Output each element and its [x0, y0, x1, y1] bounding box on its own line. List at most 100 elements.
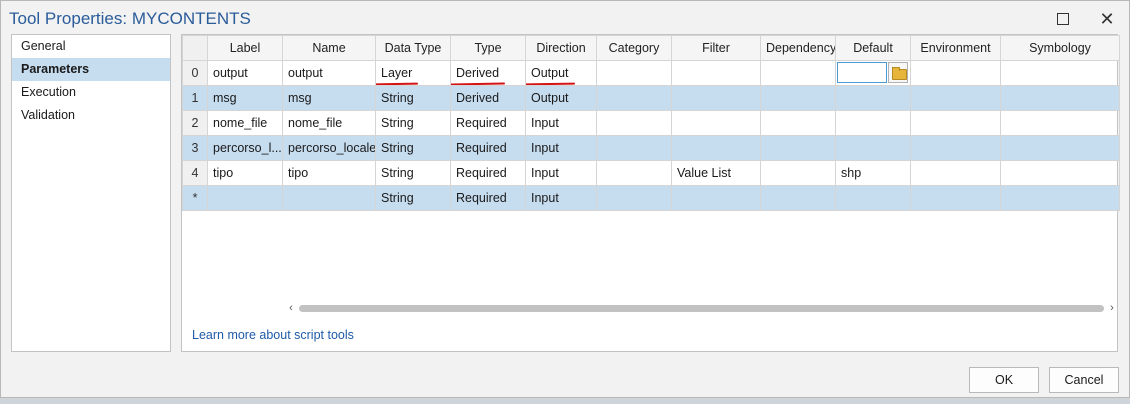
row-number[interactable]: 2	[182, 110, 208, 136]
cell-label[interactable]: nome_file	[207, 110, 283, 136]
cell-data-type[interactable]: String	[375, 185, 451, 211]
cell-name[interactable]: msg	[282, 85, 376, 111]
column-header-category[interactable]: Category	[596, 35, 672, 61]
cell-symbology[interactable]	[1000, 135, 1120, 161]
cell-type[interactable]: Required	[450, 135, 526, 161]
cell-name[interactable]	[282, 185, 376, 211]
table-row[interactable]: 4 tipo tipo String Required Input Value …	[182, 160, 1120, 186]
table-row[interactable]: 0 output output Layer Derived Output	[182, 60, 1120, 86]
cell-data-type[interactable]: Layer	[375, 60, 451, 86]
cell-environment[interactable]	[910, 160, 1001, 186]
cell-label[interactable]: output	[207, 60, 283, 86]
cell-direction[interactable]: Input	[525, 135, 597, 161]
cell-dependency[interactable]	[760, 160, 836, 186]
column-header-dependency[interactable]: Dependency	[760, 35, 836, 61]
cell-filter[interactable]	[671, 60, 761, 86]
column-header-type[interactable]: Type	[450, 35, 526, 61]
cell-category[interactable]	[596, 160, 672, 186]
cell-symbology[interactable]	[1000, 185, 1120, 211]
cell-name[interactable]: tipo	[282, 160, 376, 186]
cell-type[interactable]: Derived	[450, 85, 526, 111]
cell-default[interactable]: shp	[835, 160, 911, 186]
cell-direction[interactable]: Input	[525, 185, 597, 211]
cell-filter[interactable]	[671, 135, 761, 161]
table-row[interactable]: 1 msg msg String Derived Output	[182, 85, 1120, 111]
cell-name[interactable]: output	[282, 60, 376, 86]
folder-icon[interactable]	[888, 62, 908, 83]
column-header-symbology[interactable]: Symbology	[1000, 35, 1120, 61]
cell-type[interactable]: Derived	[450, 60, 526, 86]
column-header-label[interactable]: Label	[207, 35, 283, 61]
cell-direction[interactable]: Input	[525, 110, 597, 136]
cell-data-type[interactable]: String	[375, 160, 451, 186]
row-number[interactable]: 0	[182, 60, 208, 86]
table-row-new[interactable]: * String Required Input	[182, 185, 1120, 211]
table-row[interactable]: 2 nome_file nome_file String Required In…	[182, 110, 1120, 136]
column-header-filter[interactable]: Filter	[671, 35, 761, 61]
cell-dependency[interactable]	[760, 60, 836, 86]
table-row[interactable]: 3 percorso_l... percorso_locale String R…	[182, 135, 1120, 161]
cell-default[interactable]	[835, 185, 911, 211]
cell-default[interactable]	[835, 110, 911, 136]
cell-filter[interactable]	[671, 85, 761, 111]
cell-type[interactable]: Required	[450, 110, 526, 136]
cell-direction[interactable]: Output	[525, 60, 597, 86]
cell-default[interactable]	[835, 85, 911, 111]
cell-environment[interactable]	[910, 60, 1001, 86]
cell-direction[interactable]: Input	[525, 160, 597, 186]
cell-symbology[interactable]	[1000, 110, 1120, 136]
cell-name[interactable]: percorso_locale	[282, 135, 376, 161]
cell-category[interactable]	[596, 110, 672, 136]
cell-label[interactable]	[207, 185, 283, 211]
cell-data-type[interactable]: String	[375, 85, 451, 111]
cell-label[interactable]: percorso_l...	[207, 135, 283, 161]
row-number[interactable]: 1	[182, 85, 208, 111]
cell-type[interactable]: Required	[450, 185, 526, 211]
cell-dependency[interactable]	[760, 85, 836, 111]
cell-category[interactable]	[596, 135, 672, 161]
cancel-button[interactable]: Cancel	[1049, 367, 1119, 393]
cell-environment[interactable]	[910, 85, 1001, 111]
row-number[interactable]: 3	[182, 135, 208, 161]
cell-direction[interactable]: Output	[525, 85, 597, 111]
learn-more-link[interactable]: Learn more about script tools	[192, 328, 354, 342]
row-header-corner[interactable]	[182, 35, 208, 61]
row-number[interactable]: 4	[182, 160, 208, 186]
scroll-left-icon[interactable]: ‹	[285, 301, 297, 316]
cell-symbology[interactable]	[1000, 160, 1120, 186]
cell-default[interactable]	[835, 135, 911, 161]
sidebar-item-general[interactable]: General	[12, 35, 170, 58]
cell-name[interactable]: nome_file	[282, 110, 376, 136]
column-header-default[interactable]: Default	[835, 35, 911, 61]
column-header-name[interactable]: Name	[282, 35, 376, 61]
close-icon[interactable]: ✕	[1093, 7, 1121, 31]
scroll-right-icon[interactable]: ›	[1106, 301, 1118, 316]
cell-data-type[interactable]: String	[375, 110, 451, 136]
scrollbar-thumb[interactable]	[299, 305, 1104, 312]
column-header-direction[interactable]: Direction	[525, 35, 597, 61]
cell-dependency[interactable]	[760, 135, 836, 161]
cell-label[interactable]: tipo	[207, 160, 283, 186]
cell-type[interactable]: Required	[450, 160, 526, 186]
cell-dependency[interactable]	[760, 110, 836, 136]
sidebar-item-execution[interactable]: Execution	[12, 81, 170, 104]
cell-dependency[interactable]	[760, 185, 836, 211]
cell-environment[interactable]	[910, 110, 1001, 136]
cell-environment[interactable]	[910, 185, 1001, 211]
cell-filter[interactable]	[671, 185, 761, 211]
cell-symbology[interactable]	[1000, 60, 1120, 86]
row-number[interactable]: *	[182, 185, 208, 211]
cell-category[interactable]	[596, 60, 672, 86]
column-header-data-type[interactable]: Data Type	[375, 35, 451, 61]
cell-environment[interactable]	[910, 135, 1001, 161]
default-value-input[interactable]	[837, 62, 887, 83]
sidebar-item-validation[interactable]: Validation	[12, 104, 170, 127]
scrollbar-track[interactable]	[299, 305, 1104, 312]
cell-filter[interactable]: Value List	[671, 160, 761, 186]
sidebar-item-parameters[interactable]: Parameters	[12, 58, 170, 81]
maximize-icon[interactable]	[1049, 7, 1077, 31]
ok-button[interactable]: OK	[969, 367, 1039, 393]
cell-default[interactable]	[835, 60, 911, 86]
cell-data-type[interactable]: String	[375, 135, 451, 161]
cell-label[interactable]: msg	[207, 85, 283, 111]
